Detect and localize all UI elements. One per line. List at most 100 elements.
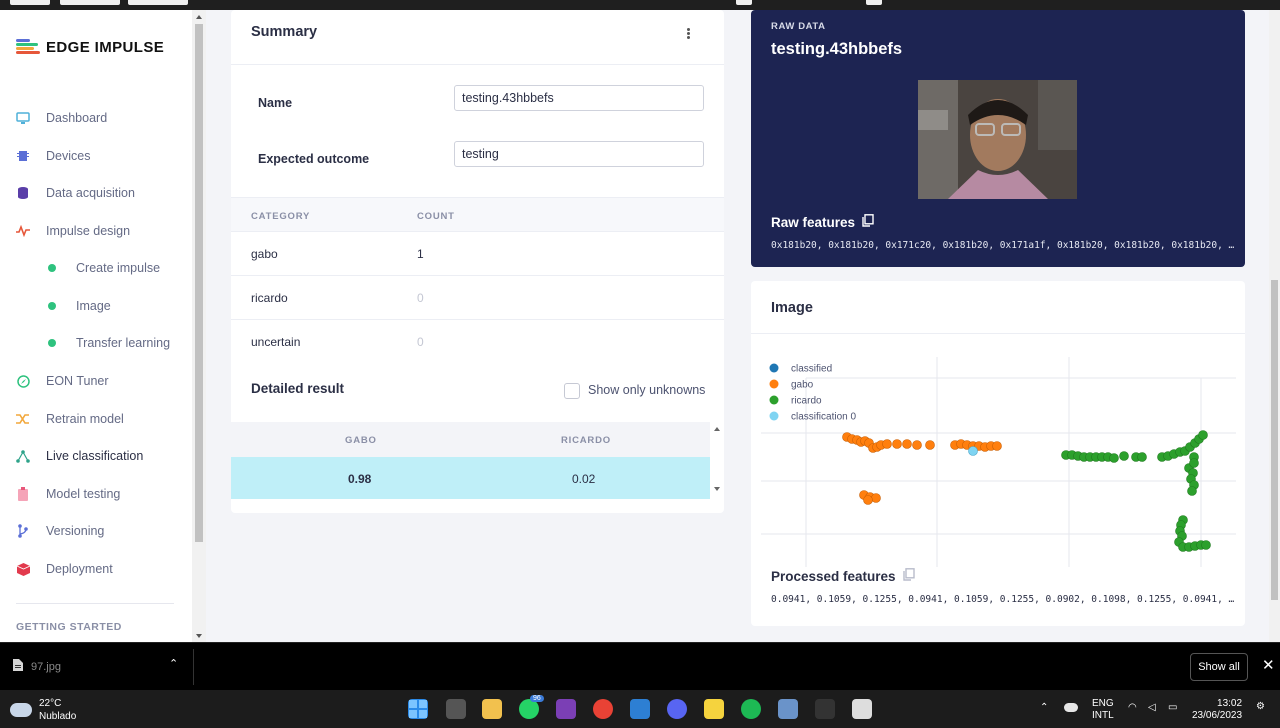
processed-features-values: 0.0941, 0.1059, 0.1255, 0.0941, 0.1059, …: [771, 594, 1235, 605]
terminal-icon[interactable]: [815, 699, 835, 719]
feature-scatter-plot[interactable]: classified gabo ricardo classification 0: [751, 335, 1245, 570]
page-scrollbar[interactable]: [1269, 10, 1280, 642]
sidebar-item-model-testing[interactable]: Model testing: [0, 478, 192, 510]
scatter-point-gabo[interactable]: [882, 439, 892, 449]
scatter-point-ricardo[interactable]: [1201, 540, 1211, 550]
sidebar-item-versioning[interactable]: Versioning: [0, 515, 192, 547]
result-table-scrollbar[interactable]: [710, 422, 724, 499]
result-cell-ricardo: 0.02: [572, 472, 596, 486]
vscode-icon[interactable]: [630, 699, 650, 719]
legend-marker[interactable]: [769, 379, 779, 389]
name-field[interactable]: [454, 85, 704, 111]
pulse-icon: [16, 224, 30, 238]
scrollbar-thumb[interactable]: [195, 24, 203, 542]
sidebar-item-image[interactable]: Image: [0, 290, 192, 322]
sidebar-item-dashboard[interactable]: Dashboard: [0, 102, 192, 134]
logo[interactable]: EDGE IMPULSE: [16, 38, 164, 56]
sample-image: [918, 80, 1077, 199]
whatsapp-icon[interactable]: [519, 699, 539, 719]
scatter-point-ricardo[interactable]: [1137, 452, 1147, 462]
sidebar-item-create-impulse[interactable]: Create impulse: [0, 252, 192, 284]
show-only-unknowns-label[interactable]: Show only unknowns: [588, 383, 705, 397]
chip-icon: [16, 149, 30, 163]
sidebar-item-devices[interactable]: Devices: [0, 140, 192, 172]
legend-label[interactable]: classification 0: [791, 412, 856, 423]
column-header-category: CATEGORY: [251, 211, 311, 222]
file-explorer-icon[interactable]: [482, 699, 502, 719]
volume-icon[interactable]: ◁: [1148, 702, 1156, 714]
legend-label[interactable]: gabo: [791, 380, 814, 391]
sidebar-item-deployment[interactable]: Deployment: [0, 553, 192, 585]
logo-icon: [16, 38, 40, 56]
scroll-down-icon[interactable]: [714, 487, 720, 491]
legend-label[interactable]: ricardo: [791, 396, 822, 407]
more-options-icon[interactable]: [687, 28, 691, 40]
expected-outcome-field[interactable]: [454, 141, 704, 167]
sticky-notes-icon[interactable]: [704, 699, 724, 719]
task-view-icon[interactable]: [446, 699, 466, 719]
windows-start-icon[interactable]: [408, 699, 428, 719]
spotify-icon[interactable]: [741, 699, 761, 719]
download-item[interactable]: 97.jpg: [13, 659, 61, 674]
legend-marker[interactable]: [769, 411, 779, 421]
sidebar-item-live-classification[interactable]: Live classification: [0, 440, 192, 472]
category-cell: uncertain: [251, 335, 301, 349]
clock[interactable]: 13:02 23/06/2023: [1192, 698, 1242, 722]
keyboard-layout: INTL: [1092, 710, 1114, 721]
status-dot-icon: [48, 339, 56, 347]
close-icon[interactable]: ✕: [1262, 656, 1275, 674]
category-cell: ricardo: [251, 291, 288, 305]
legend-marker[interactable]: [769, 363, 779, 373]
chevron-up-icon[interactable]: ⌃: [169, 657, 178, 670]
result-row[interactable]: 0.98 0.02: [231, 457, 710, 499]
show-all-button[interactable]: Show all: [1190, 653, 1248, 681]
scroll-up-icon[interactable]: [714, 427, 720, 431]
scatter-point-ricardo[interactable]: [1189, 458, 1199, 468]
sidebar-item-label: Retrain model: [46, 412, 124, 426]
show-only-unknowns-checkbox[interactable]: [564, 383, 580, 399]
wifi-icon[interactable]: ◠: [1128, 702, 1137, 714]
scatter-point-gabo[interactable]: [871, 493, 881, 503]
sidebar-item-retrain-model[interactable]: Retrain model: [0, 403, 192, 435]
clipboard-icon: [16, 487, 30, 501]
sample-title: testing.43hbbefs: [771, 40, 903, 58]
chrome-icon[interactable]: [593, 699, 613, 719]
language-indicator[interactable]: ENG INTL: [1092, 698, 1114, 722]
remote-desktop-icon[interactable]: [778, 699, 798, 719]
scatter-point-ricardo[interactable]: [1109, 453, 1119, 463]
scatter-point-gabo[interactable]: [925, 440, 935, 450]
scatter-point-gabo[interactable]: [863, 495, 873, 505]
sidebar-item-transfer-learning[interactable]: Transfer learning: [0, 327, 192, 359]
onenote-icon[interactable]: [556, 699, 576, 719]
scatter-point-ricardo[interactable]: [1119, 451, 1129, 461]
onedrive-icon[interactable]: [1064, 703, 1078, 712]
weather-widget[interactable]: 22°C Nublado: [10, 697, 76, 723]
legend-marker[interactable]: [769, 395, 779, 405]
scatter-point-classification[interactable]: [968, 446, 978, 456]
copy-icon[interactable]: [862, 214, 874, 230]
scatter-point-ricardo[interactable]: [1198, 430, 1208, 440]
sidebar-item-label: Transfer learning: [76, 336, 171, 350]
chevron-up-icon[interactable]: ⌃: [1040, 702, 1048, 714]
scatter-point-gabo[interactable]: [902, 439, 912, 449]
scroll-up-icon[interactable]: [196, 15, 202, 19]
sidebar-item-eon-tuner[interactable]: EON Tuner: [0, 365, 192, 397]
legend-label[interactable]: classified: [791, 364, 832, 375]
sidebar-item-data-acquisition[interactable]: Data acquisition: [0, 177, 192, 209]
scatter-point-gabo[interactable]: [892, 439, 902, 449]
sidebar-item-impulse-design[interactable]: Impulse design: [0, 215, 192, 247]
scatter-point-gabo[interactable]: [912, 440, 922, 450]
scatter-point-ricardo[interactable]: [1187, 486, 1197, 496]
notifications-icon[interactable]: ⚙: [1256, 701, 1265, 713]
expected-outcome-label: Expected outcome: [258, 152, 370, 166]
copy-icon[interactable]: [902, 568, 915, 584]
snipping-tool-icon[interactable]: [852, 699, 872, 719]
scrollbar-thumb[interactable]: [1271, 280, 1278, 600]
sidebar-scrollbar[interactable]: [192, 10, 206, 642]
scatter-point-gabo[interactable]: [992, 441, 1002, 451]
discord-icon[interactable]: [667, 699, 687, 719]
battery-icon[interactable]: ▭: [1168, 702, 1177, 714]
scroll-down-icon[interactable]: [196, 634, 202, 638]
category-cell: gabo: [251, 247, 278, 261]
count-cell: 0: [417, 335, 424, 349]
